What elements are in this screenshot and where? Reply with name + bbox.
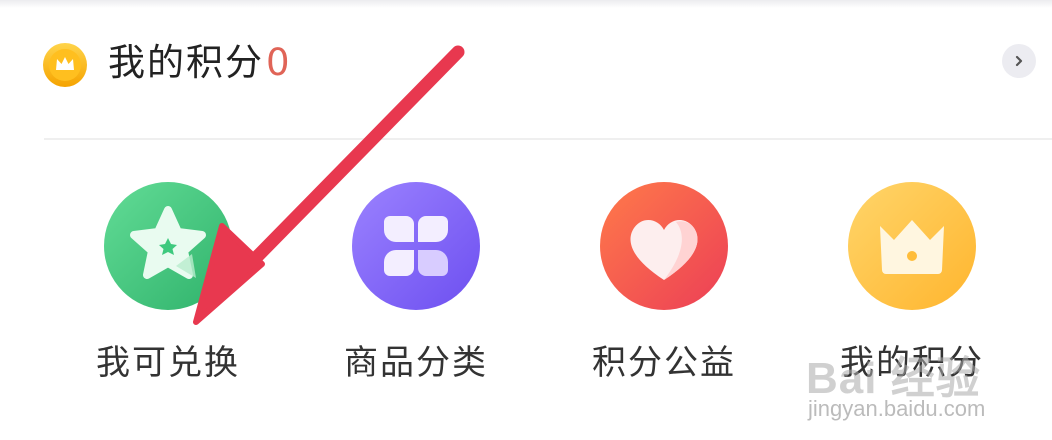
menu-item-label: 我可兑换 [96,343,240,383]
crown-coin-icon [43,43,87,87]
points-title: 我的积分 [108,41,264,84]
crown-icon [848,182,976,310]
menu-item-charity[interactable]: 积分公益 [554,150,774,440]
points-detail-button[interactable] [1002,44,1036,78]
menu-item-categories[interactable]: 商品分类 [306,150,526,440]
points-card: 我的积分 0 我可兑换 商品分类 积分公益 我的积分 Bai 经验 jingya… [0,0,1052,440]
heart-icon [600,182,728,310]
menu-item-redeemable[interactable]: 我可兑换 [58,150,278,440]
chevron-right-icon [1015,55,1023,67]
menu-item-label: 商品分类 [344,343,488,383]
menu-item-label: 积分公益 [592,343,736,383]
points-value: 0 [266,41,290,84]
section-divider [44,138,1052,140]
four-petal-clover-icon [352,182,480,310]
menu-item-label: 我的积分 [840,343,984,383]
menu-item-my-points[interactable]: 我的积分 [802,150,1022,440]
points-header[interactable]: 我的积分 0 [0,0,1052,140]
points-menu-grid: 我可兑换 商品分类 积分公益 我的积分 [0,150,1052,440]
star-icon [104,182,232,310]
